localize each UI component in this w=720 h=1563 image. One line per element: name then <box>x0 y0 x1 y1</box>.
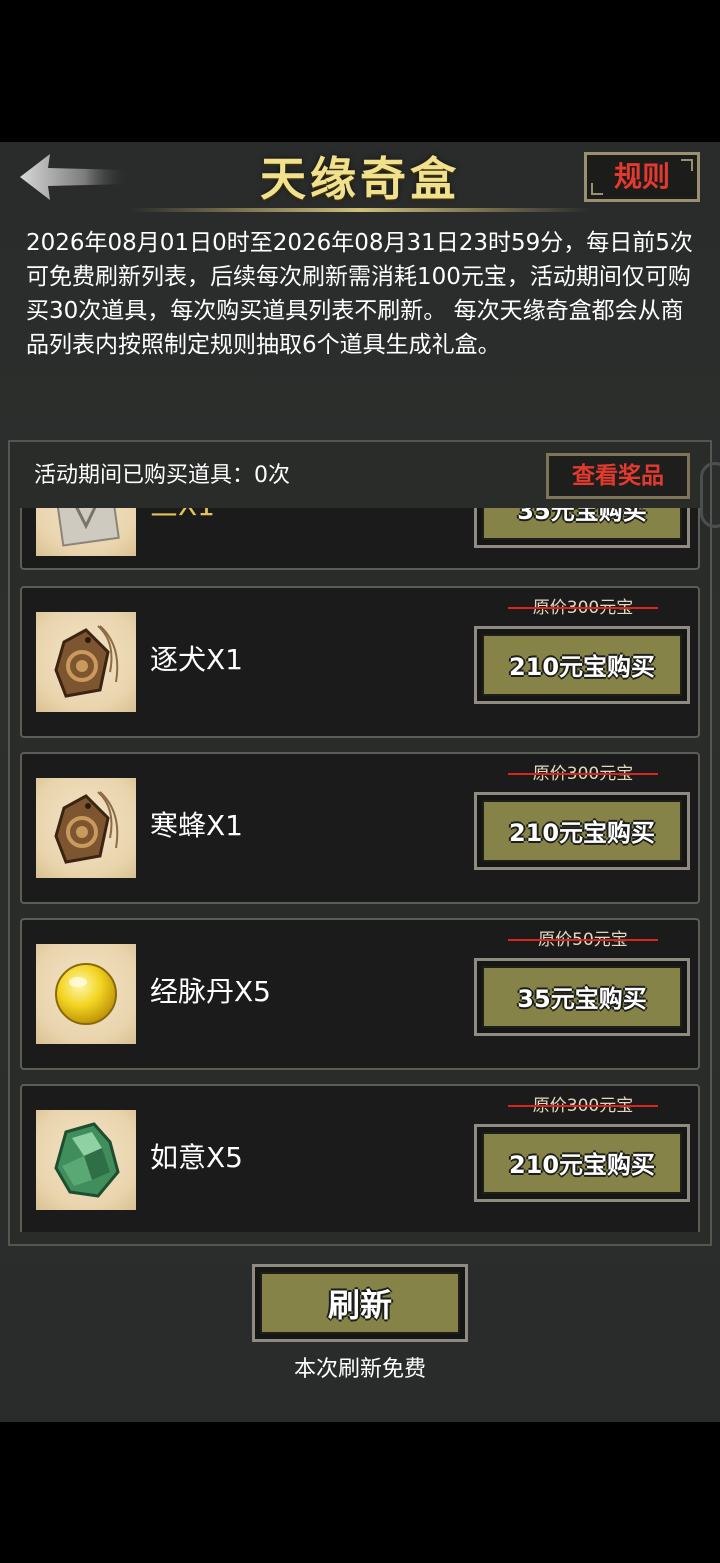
buy-button[interactable]: 35元宝购买 <box>474 958 690 1036</box>
item-name: 经脉丹X5 <box>150 975 271 1008</box>
list-item: 原价300元宝 寒蜂X1 210元宝购买 <box>20 752 700 904</box>
purchased-count: 活动期间已购买道具：0次 <box>34 463 290 488</box>
item-name: 逐犬X1 <box>150 643 243 676</box>
buy-button[interactable]: 210元宝购买 <box>474 792 690 870</box>
view-rewards-button[interactable]: 查看奖品 <box>546 453 690 499</box>
side-ring-icon <box>700 462 720 528</box>
list-item: 原价300元宝 逐犬X1 210元宝购买 <box>20 586 700 738</box>
list-item: 原价50元宝 经脉丹X5 35元宝购买 <box>20 918 700 1070</box>
token-icon <box>36 778 136 878</box>
item-scroll-list[interactable]: 三X1 35元宝购买 原价300元宝 逐犬X1 210元宝购买 原价300元宝 <box>20 508 700 1232</box>
original-price: 原价300元宝 <box>508 1094 658 1118</box>
item-name: 寒蜂X1 <box>150 809 243 842</box>
original-price: 原价300元宝 <box>508 762 658 786</box>
golden-pill-icon <box>36 944 136 1044</box>
original-price: 原价300元宝 <box>508 596 658 620</box>
page-title: 天缘奇盒 <box>260 152 460 206</box>
token-icon <box>36 612 136 712</box>
refresh-note: 本次刷新免费 <box>293 1357 426 1382</box>
rules-button[interactable]: 规则 <box>584 152 700 202</box>
event-description: 2026年08月01日0时至2026年08月31日23时59分，每日前5次可免费… <box>26 230 693 358</box>
item-name: 三X1 <box>150 508 215 526</box>
refresh-button[interactable]: 刷新 <box>252 1264 468 1342</box>
list-item: 三X1 35元宝购买 <box>20 508 700 570</box>
buy-button[interactable]: 210元宝购买 <box>474 1124 690 1202</box>
back-arrow-icon[interactable] <box>18 150 130 202</box>
buy-button[interactable]: 35元宝购买 <box>474 508 690 548</box>
buy-button[interactable]: 210元宝购买 <box>474 626 690 704</box>
scroll-icon <box>36 508 136 556</box>
title-divider <box>130 208 590 212</box>
jade-stone-icon <box>36 1110 136 1210</box>
item-name: 如意X5 <box>150 1141 243 1174</box>
original-price: 原价50元宝 <box>508 928 658 952</box>
list-item: 原价300元宝 如意X5 210元宝购买 <box>20 1084 700 1232</box>
